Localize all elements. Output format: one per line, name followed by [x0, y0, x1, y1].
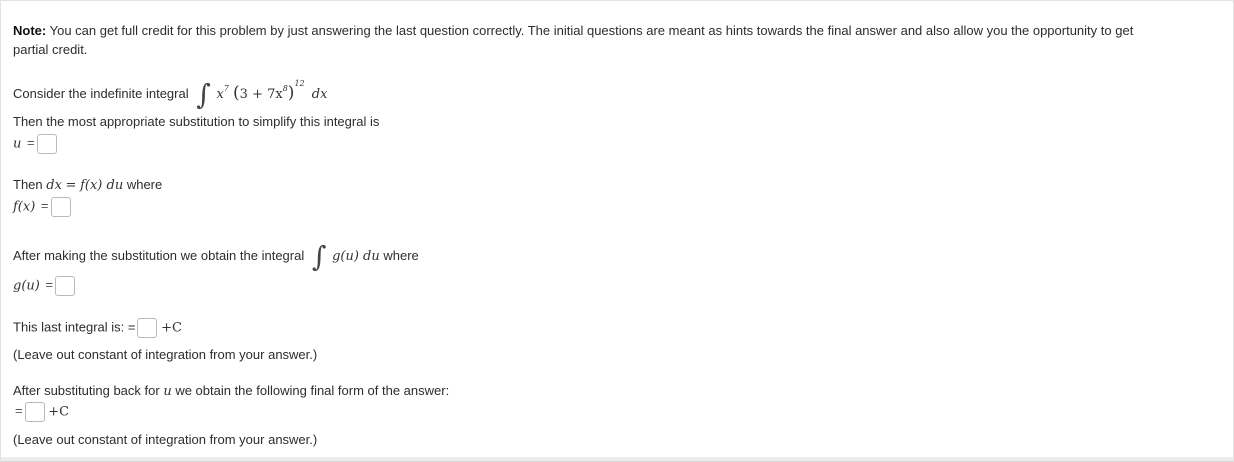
final-answer-row: = +C [13, 402, 69, 424]
outer-exponent: 12 [294, 78, 305, 88]
dx-line: Then dx = f(x) du where [13, 177, 162, 194]
after-substitution-where: where [383, 248, 419, 263]
inner-expression: 3 + 7x [239, 87, 283, 102]
note-text: You can get full credit for this problem… [49, 23, 1134, 38]
dx-fx: f(x) du [80, 178, 124, 193]
u-answer-input[interactable] [36, 134, 57, 154]
gu-answer-row: g(u) = [13, 276, 76, 298]
integral-prompt-text: Consider the indefinite integral [13, 86, 189, 101]
substitute-back-line: After substituting back for u we obtain … [13, 383, 449, 400]
fx-label: f(x) [13, 199, 36, 215]
gu-integrand: g(u) du [332, 249, 380, 264]
integral-differential: dx [311, 87, 328, 102]
note-line-1: Note: You can get full credit for this p… [13, 23, 1133, 39]
last-integral-row: This last integral is: = +C [13, 318, 182, 340]
substitute-back-after: we obtain the following final form of th… [175, 383, 450, 398]
integrand-x-exponent: 7 [223, 83, 229, 93]
dx-symbol: dx [46, 178, 62, 193]
fx-answer-row: f(x) = [13, 197, 71, 219]
integral-sign-icon: ∫ [196, 78, 211, 111]
last-integral-plus-c: +C [161, 320, 182, 336]
integral-prompt: Consider the indefinite integral ∫ x7 (3… [13, 78, 328, 111]
integral-sign-icon-2: ∫ [311, 240, 327, 273]
u-label: u [13, 136, 22, 152]
substitution-prompt: Then the most appropriate substitution t… [13, 114, 380, 129]
dx-where: where [126, 177, 163, 192]
dx-then: Then [13, 177, 43, 192]
dx-equals: = [65, 178, 77, 193]
final-answer-input[interactable] [24, 402, 45, 422]
integrand: x7 (3 + 7x8)12 dx [216, 79, 328, 102]
substitute-back-before: After substituting back for [13, 383, 160, 398]
fx-answer-input[interactable] [50, 197, 71, 217]
u-equals: = [27, 135, 35, 151]
leave-out-note-2: (Leave out constant of integration from … [13, 432, 318, 447]
bottom-divider [1, 457, 1233, 461]
gu-label: g(u) [13, 278, 40, 294]
after-substitution-line: After making the substitution we obtain … [13, 240, 419, 273]
fx-equals: = [40, 198, 49, 214]
note-label: Note: [13, 23, 47, 38]
after-substitution-text: After making the substitution we obtain … [13, 248, 305, 263]
gu-answer-input[interactable] [55, 276, 76, 296]
leave-out-note-1: (Leave out constant of integration from … [13, 347, 318, 362]
substitute-back-u: u [163, 384, 172, 399]
last-integral-text: This last integral is: = [13, 319, 136, 335]
note-line-2: partial credit. [13, 42, 88, 57]
gu-equals: = [45, 277, 54, 293]
integrand-x: x [216, 87, 224, 102]
open-paren: ( [233, 83, 240, 103]
inner-exponent: 8 [282, 83, 288, 93]
final-equals: = [15, 403, 23, 419]
problem-panel: Note: You can get full credit for this p… [0, 0, 1234, 462]
u-answer-row: u = [13, 134, 57, 156]
last-integral-input[interactable] [137, 318, 158, 338]
final-plus-c: +C [48, 404, 70, 420]
